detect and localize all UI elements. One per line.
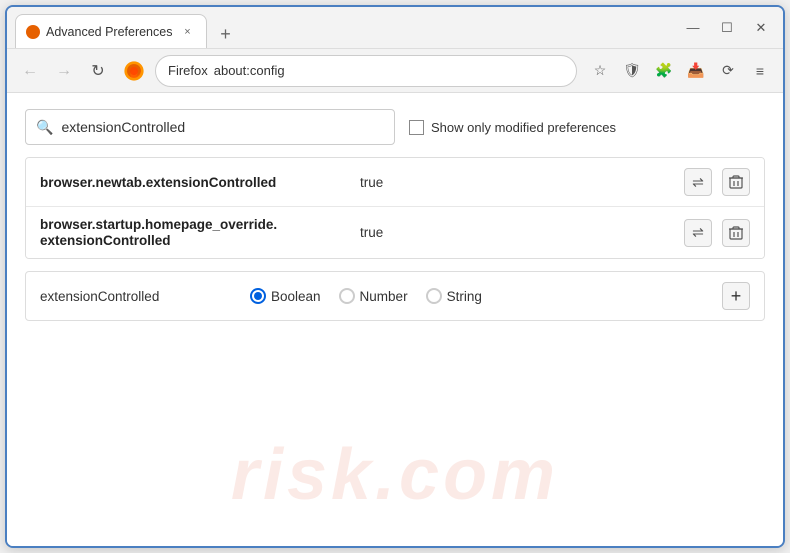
forward-button[interactable]: → xyxy=(49,56,79,86)
navigation-bar: ← → ↻ Firefox about:config ☆ 🛡 🧩 📥 ⟳ ≡ xyxy=(7,49,783,93)
add-preference-row: extensionControlled Boolean Number Strin… xyxy=(25,271,765,321)
browser-window: Advanced Preferences × + — ☐ ✕ ← → ↻ Fir… xyxy=(5,5,785,548)
show-modified-label[interactable]: Show only modified preferences xyxy=(409,120,616,135)
radio-string-circle[interactable] xyxy=(426,288,442,304)
reset-button-2[interactable]: ⇌ xyxy=(684,219,712,247)
radio-boolean[interactable]: Boolean xyxy=(250,288,321,304)
maximize-button[interactable]: ☐ xyxy=(713,14,741,42)
tab-favicon xyxy=(26,25,40,39)
tab-area: Advanced Preferences × + xyxy=(15,7,679,48)
show-modified-text: Show only modified preferences xyxy=(431,120,616,135)
tab-title: Advanced Preferences xyxy=(46,25,172,39)
address-text: about:config xyxy=(214,63,285,78)
radio-number[interactable]: Number xyxy=(339,288,408,304)
pref-value-1: true xyxy=(360,175,674,190)
row-actions-2: ⇌ xyxy=(684,219,750,247)
firefox-logo xyxy=(121,58,147,84)
delete-button-1[interactable] xyxy=(722,168,750,196)
nav-icons: ☆ 🛡 🧩 📥 ⟳ ≡ xyxy=(585,56,775,86)
window-controls: — ☐ ✕ xyxy=(679,14,775,42)
search-icon: 🔍 xyxy=(36,119,53,136)
pref-name-1: browser.newtab.extensionControlled xyxy=(40,175,350,190)
menu-button[interactable]: ≡ xyxy=(745,56,775,86)
new-tab-button[interactable]: + xyxy=(211,20,239,48)
results-table: browser.newtab.extensionControlled true … xyxy=(25,157,765,259)
active-tab[interactable]: Advanced Preferences × xyxy=(15,14,207,48)
pref-value-2: true xyxy=(360,225,674,240)
reset-button-1[interactable]: ⇌ xyxy=(684,168,712,196)
table-row: browser.newtab.extensionControlled true … xyxy=(26,158,764,207)
back-button[interactable]: ← xyxy=(15,56,45,86)
radio-string[interactable]: String xyxy=(426,288,482,304)
type-radio-group: Boolean Number String xyxy=(250,288,482,304)
tab-close-button[interactable]: × xyxy=(178,23,196,41)
close-button[interactable]: ✕ xyxy=(747,14,775,42)
content-area: risk.com 🔍 Show only modified preference… xyxy=(7,93,783,546)
minimize-button[interactable]: — xyxy=(679,14,707,42)
radio-number-label: Number xyxy=(360,289,408,304)
pref-name-2-line1: browser.startup.homepage_override. xyxy=(40,217,350,232)
delete-button-2[interactable] xyxy=(722,219,750,247)
sync-button[interactable]: ⟳ xyxy=(713,56,743,86)
search-row: 🔍 Show only modified preferences xyxy=(25,109,765,145)
row-actions-1: ⇌ xyxy=(684,168,750,196)
refresh-button[interactable]: ↻ xyxy=(83,56,113,86)
watermark: risk.com xyxy=(231,434,559,516)
address-bar[interactable]: Firefox about:config xyxy=(155,55,577,87)
shield-button[interactable]: 🛡 xyxy=(617,56,647,86)
download-button[interactable]: 📥 xyxy=(681,56,711,86)
new-pref-name: extensionControlled xyxy=(40,289,230,304)
add-preference-button[interactable]: + xyxy=(722,282,750,310)
extensions-button[interactable]: 🧩 xyxy=(649,56,679,86)
pref-name-2-line2: extensionControlled xyxy=(40,233,350,248)
radio-boolean-label: Boolean xyxy=(271,289,321,304)
pref-name-2: browser.startup.homepage_override. exten… xyxy=(40,217,350,248)
search-box[interactable]: 🔍 xyxy=(25,109,395,145)
browser-name: Firefox xyxy=(168,63,208,78)
bookmark-button[interactable]: ☆ xyxy=(585,56,615,86)
radio-number-circle[interactable] xyxy=(339,288,355,304)
search-input[interactable] xyxy=(61,119,384,135)
show-modified-checkbox[interactable] xyxy=(409,120,424,135)
radio-boolean-circle[interactable] xyxy=(250,288,266,304)
title-bar: Advanced Preferences × + — ☐ ✕ xyxy=(7,7,783,49)
radio-string-label: String xyxy=(447,289,482,304)
table-row: browser.startup.homepage_override. exten… xyxy=(26,207,764,258)
